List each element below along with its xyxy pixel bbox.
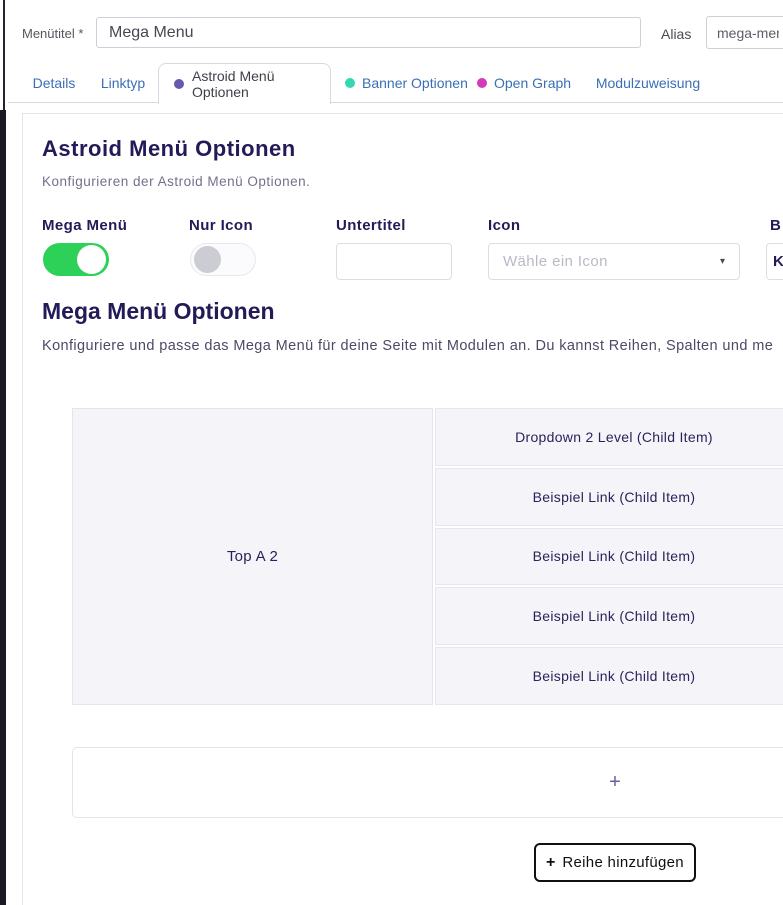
mega-menu-toggle[interactable] (43, 243, 109, 276)
builder-child-item[interactable]: Beispiel Link (Child Item) (435, 528, 783, 586)
tab-banner-label: Banner Optionen (362, 75, 468, 91)
icon-select-placeholder: Wähle ein Icon (503, 253, 720, 270)
tab-module-assignment-label: Modulzuweisung (596, 63, 700, 103)
plus-icon: + (609, 771, 621, 794)
tab-open-graph[interactable]: Open Graph (477, 63, 571, 103)
mega-menu-label: Mega Menü (42, 217, 127, 234)
plus-icon: + (546, 854, 555, 872)
toggle-knob (194, 246, 221, 273)
megamenu-title: Mega Menü Optionen (42, 298, 275, 325)
add-row-button-label: Reihe hinzufügen (562, 854, 684, 871)
badge-select[interactable]: K (766, 243, 783, 280)
add-row-button[interactable]: + Reihe hinzufügen (534, 843, 696, 882)
chevron-down-icon: ▾ (720, 256, 725, 267)
add-column-box[interactable]: + (72, 747, 783, 818)
menu-title-input[interactable] (96, 17, 641, 48)
builder-parent-label: Top A 2 (227, 548, 278, 565)
page: Menütitel * Alias Details Linktyp Astroi… (0, 0, 783, 905)
toggle-knob (77, 245, 106, 274)
builder-child-item[interactable]: Beispiel Link (Child Item) (435, 468, 783, 526)
badge-label: B (770, 217, 781, 234)
alias-label: Alias (661, 26, 691, 42)
subtitle-label: Untertitel (336, 217, 406, 234)
builder-parent-cell[interactable]: Top A 2 (72, 408, 433, 705)
icon-label: Icon (488, 217, 520, 234)
astroid-tab-dot-icon (174, 79, 184, 89)
icon-only-toggle[interactable] (190, 243, 256, 276)
panel-title: Astroid Menü Optionen (42, 136, 296, 162)
banner-tab-dot-icon (345, 78, 355, 88)
tab-module-assignment[interactable]: Modulzuweisung (592, 63, 704, 103)
badge-select-value: K (773, 253, 783, 270)
builder-child-column: Dropdown 2 Level (Child Item) Beispiel L… (435, 408, 783, 705)
builder-child-item[interactable]: Dropdown 2 Level (Child Item) (435, 408, 783, 466)
alias-input[interactable] (706, 16, 783, 49)
panel-subtitle: Konfigurieren der Astroid Menü Optionen. (42, 174, 310, 189)
tab-astroid-label: Astroid Menü Optionen (192, 68, 330, 100)
tab-astroid-menu-options[interactable]: Astroid Menü Optionen (158, 63, 331, 104)
sidebar-edge-line (3, 0, 5, 112)
tab-linktyp[interactable]: Linktyp (95, 63, 151, 103)
tab-details[interactable]: Details (25, 63, 83, 103)
builder-child-item[interactable]: Beispiel Link (Child Item) (435, 587, 783, 645)
open-graph-tab-dot-icon (477, 78, 487, 88)
tab-banner-options[interactable]: Banner Optionen (345, 63, 468, 103)
menu-title-label: Menütitel * (22, 26, 83, 41)
icon-select[interactable]: Wähle ein Icon ▾ (488, 243, 740, 280)
icon-only-label: Nur Icon (189, 217, 253, 234)
tab-open-graph-label: Open Graph (494, 75, 571, 91)
subtitle-input[interactable] (336, 243, 452, 280)
builder-child-item[interactable]: Beispiel Link (Child Item) (435, 647, 783, 705)
megamenu-description: Konfiguriere und passe das Mega Menü für… (42, 338, 783, 354)
sidebar-edge-strip (0, 110, 6, 905)
